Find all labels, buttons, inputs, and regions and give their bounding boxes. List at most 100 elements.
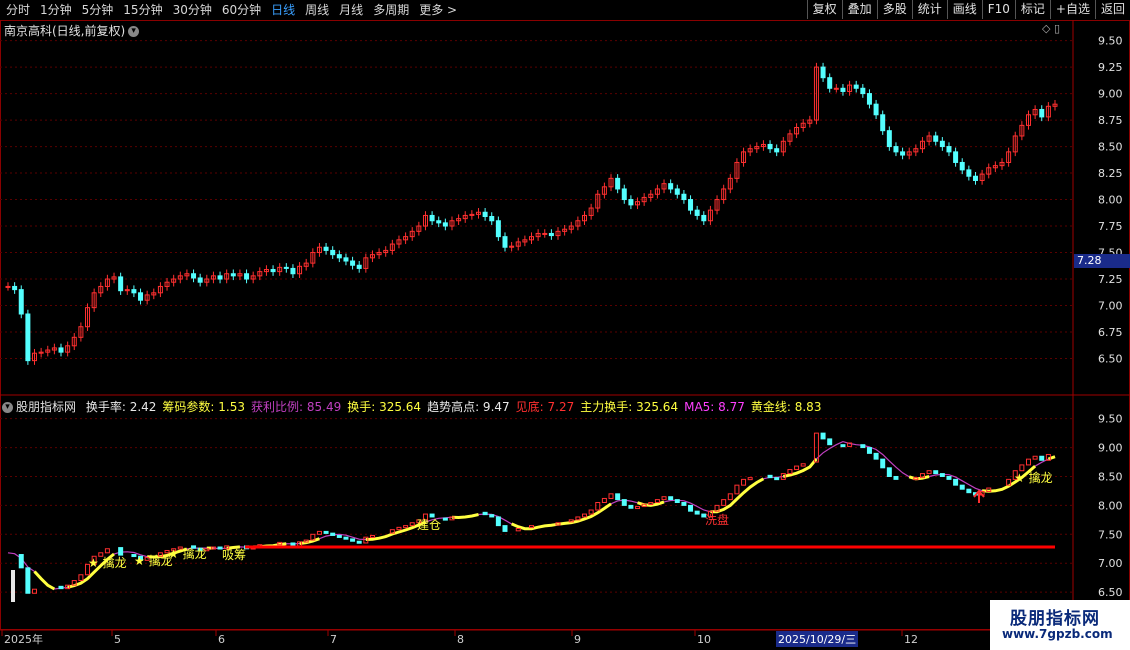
indicator-candle	[774, 477, 780, 481]
signal-annotation: ★ 擒龙	[88, 555, 127, 570]
candle-body	[774, 148, 780, 153]
indicator-candle	[800, 463, 806, 467]
indicator-candle	[489, 514, 495, 518]
date-tick-label: 12	[904, 633, 918, 646]
candle-body	[939, 140, 945, 148]
indicator-name[interactable]: 股朋指标网	[16, 400, 76, 414]
indicator-candle	[688, 504, 694, 512]
indicator-candle	[621, 499, 627, 506]
volume-bar	[11, 570, 15, 602]
indicator-candle	[939, 473, 945, 477]
indicator-candle	[654, 499, 660, 503]
signal-annotation: ★ 擒龙	[134, 553, 173, 568]
date-crosshair-label: 2025/10/29/三	[776, 631, 859, 647]
price-tick-label: 6.50	[1098, 353, 1123, 366]
chart-title: 南京高科(日线,前复权) ▾	[4, 22, 140, 39]
indicator-candle	[323, 530, 329, 534]
indicator-candle	[25, 567, 31, 594]
date-tick-label: 6	[218, 633, 225, 646]
candle-body	[436, 220, 442, 224]
candle-body	[542, 232, 548, 235]
indicator-candle	[429, 513, 435, 518]
indicator-tick-label: 7.00	[1098, 557, 1123, 570]
indicator-candle	[595, 502, 601, 511]
indicator-candle	[734, 484, 740, 495]
candle-body	[1039, 108, 1045, 118]
indicator-item: 换手率: 2.42	[85, 400, 157, 414]
candle-body	[674, 188, 680, 195]
candle-body	[131, 289, 137, 294]
indicator-candle	[1019, 464, 1025, 472]
indicator-candle	[601, 497, 607, 503]
indicator-candle	[1025, 458, 1031, 466]
candle-body	[442, 222, 448, 227]
signal-annotation: 洗盘	[705, 512, 729, 527]
signal-annotation: 建仓	[417, 518, 441, 532]
indicator-candle	[582, 513, 588, 518]
indicator-candle	[840, 444, 846, 448]
watermark-title: 股朋指标网	[1010, 609, 1100, 629]
indicator-tick-label: 8.00	[1098, 499, 1123, 512]
candle-body	[820, 66, 826, 79]
indicator-candle	[794, 465, 800, 471]
candle-body	[343, 257, 349, 262]
date-tick-label: 9	[574, 633, 581, 646]
indicator-candle	[58, 585, 64, 590]
indicator-candle	[369, 534, 375, 538]
candle-body	[323, 246, 329, 251]
watermark-logo: 股朋指标网 www.7gpzb.com	[990, 600, 1130, 650]
indicator-candle	[104, 548, 110, 554]
indicator-tick-label: 9.00	[1098, 442, 1123, 455]
indicator-candle	[648, 502, 654, 505]
candle-body	[330, 249, 336, 256]
indicator-candle	[482, 511, 488, 516]
candle-body	[290, 267, 296, 275]
candle-body	[966, 169, 972, 177]
indicator-candle	[118, 547, 124, 556]
candle-body	[840, 87, 846, 92]
candle-body	[5, 285, 11, 288]
indicator-candle	[873, 452, 879, 460]
candle-body	[489, 216, 495, 222]
indicator-candle	[442, 517, 448, 521]
indicator-candle	[615, 493, 621, 501]
indicator-candle	[515, 528, 521, 532]
indicator-candle	[893, 475, 899, 480]
candle-body	[880, 114, 886, 132]
indicator-candle	[661, 496, 667, 501]
diamond-icon[interactable]: ◇	[1042, 22, 1050, 35]
candle-body	[548, 232, 554, 237]
candle-body	[866, 93, 872, 105]
indicator-item: 换手: 325.64	[347, 400, 422, 414]
candle-body	[197, 277, 203, 283]
candle-body	[18, 289, 24, 315]
candle-body	[860, 87, 866, 95]
indicator-candle	[502, 525, 508, 532]
candle-body	[853, 84, 859, 89]
date-tick-label: 5	[114, 633, 121, 646]
date-tick-label: 8	[457, 633, 464, 646]
candle-body	[694, 209, 700, 216]
panel-icon[interactable]: ▯	[1054, 22, 1060, 35]
indicator-item: 趋势高点: 9.47	[427, 400, 510, 414]
indicator-item: 见底: 7.27	[515, 400, 575, 414]
indicator-candle	[356, 540, 362, 544]
kline-chart[interactable]: 9.50 9.25 9.00 8.75 8.50 8.25 8.00 7.75 7.50 7.25…	[0, 0, 1130, 650]
indicator-item: 主力换手: 325.64	[580, 400, 679, 414]
indicator-candle	[668, 496, 674, 501]
indicator-candle	[827, 438, 833, 446]
candle-body	[350, 260, 356, 266]
candle-body	[827, 77, 833, 89]
candle-body	[495, 220, 501, 238]
indicator-candle	[350, 538, 356, 542]
indicator-candle	[1032, 455, 1038, 460]
price-tick-label: 7.75	[1098, 220, 1123, 233]
candle-body	[336, 254, 342, 259]
chevron-down-icon[interactable]: ▾	[2, 402, 13, 413]
indicator-candle	[343, 536, 349, 540]
candle-body	[191, 273, 197, 279]
chevron-down-icon[interactable]: ▾	[128, 26, 140, 37]
candle-body	[833, 87, 839, 90]
indicator-header: ▾ 股朋指标网 换手率: 2.42 筹码参数: 1.53 获利比例: 85.49 换手:…	[2, 398, 827, 415]
candle-body	[25, 313, 31, 362]
